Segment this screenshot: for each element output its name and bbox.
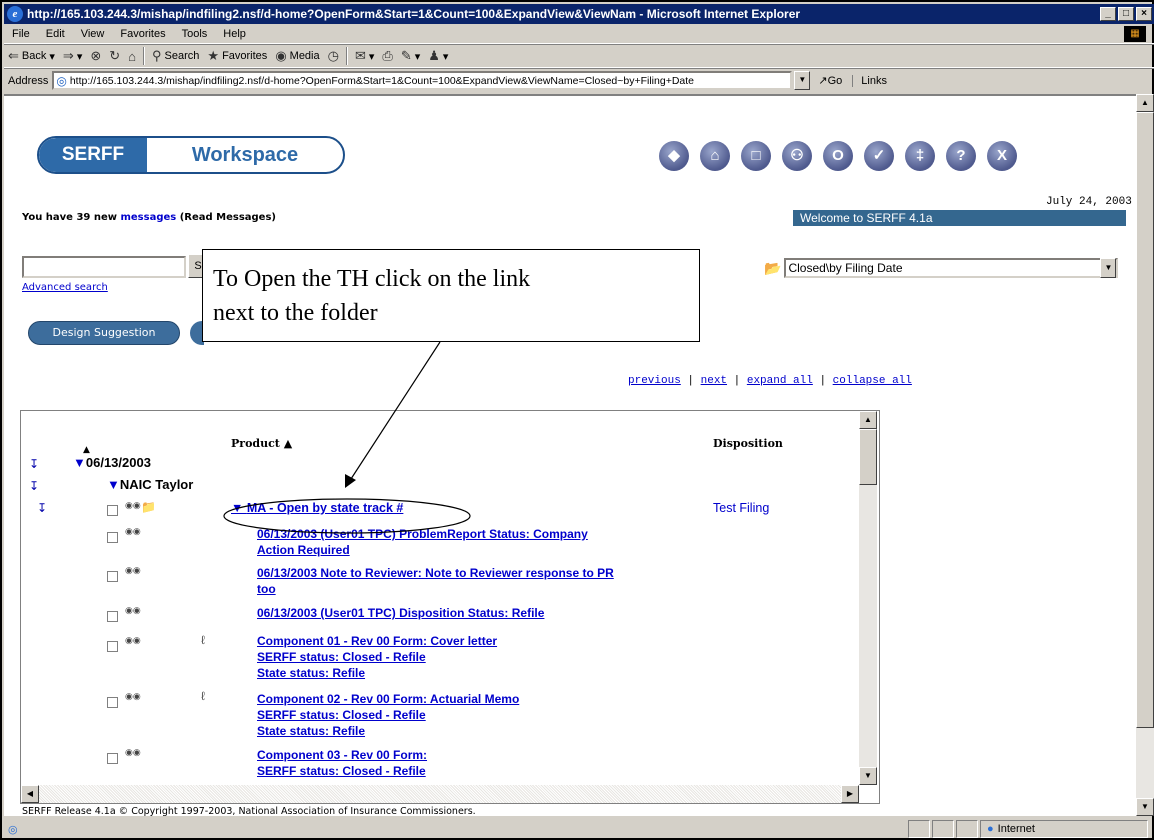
windows-logo-icon: ▦ [1124, 25, 1146, 42]
history-button[interactable]: ◷ [324, 48, 343, 64]
menu-file[interactable]: File [4, 28, 38, 40]
favorites-icon: ★ [207, 48, 220, 63]
toolbar-separator [345, 47, 348, 65]
back-button[interactable]: ⇐ Back ▾ [4, 48, 59, 64]
title-bar: e http://165.103.244.3/mishap/indfiling2… [4, 4, 1154, 24]
status-cell [956, 820, 978, 838]
refresh-button[interactable]: ↻ [105, 48, 124, 64]
search-button[interactable]: ⚲ Search [148, 48, 203, 64]
address-dropdown-button[interactable]: ▼ [794, 71, 811, 90]
media-button[interactable]: ◉ Media [271, 48, 323, 64]
stop-icon: ⊗ [90, 48, 102, 63]
mail-icon: ✉ [354, 48, 366, 63]
search-label: Search [164, 50, 200, 62]
print-icon: ⎙ [382, 48, 393, 63]
menu-bar: File Edit View Favorites Tools Help ▦ [4, 24, 1154, 44]
status-bar: ◎ ● Internet [4, 818, 1154, 840]
page-status-icon: ◎ [8, 823, 18, 836]
media-icon: ◉ [275, 48, 287, 63]
scroll-down-button[interactable]: ▼ [1136, 798, 1154, 816]
status-cell [932, 820, 954, 838]
messenger-icon: ♟ [428, 48, 440, 63]
close-button[interactable]: × [1136, 7, 1152, 21]
browser-window: e http://165.103.244.3/mishap/indfiling2… [0, 0, 1154, 840]
toolbar-separator [143, 47, 146, 65]
menu-edit[interactable]: Edit [38, 28, 73, 40]
zone-cell: ● Internet [980, 820, 1148, 838]
go-icon: ↗ [818, 75, 828, 87]
media-label: Media [289, 50, 320, 62]
address-label: Address [8, 74, 49, 87]
page-vertical-scrollbar[interactable]: ▲ ▼ [1136, 94, 1154, 816]
stop-button[interactable]: ⊗ [86, 48, 105, 64]
refresh-icon: ↻ [109, 48, 121, 63]
home-button[interactable]: ⌂ [124, 49, 140, 64]
links-button[interactable]: Links [852, 74, 887, 87]
go-button[interactable]: ↗Go [818, 74, 842, 87]
address-url: http://165.103.244.3/mishap/indfiling2.n… [69, 74, 695, 87]
scroll-thumb[interactable] [1136, 112, 1154, 728]
forward-button[interactable]: ⇒ ▾ [59, 48, 86, 64]
forward-arrow-icon: ⇒ [62, 48, 74, 63]
favorites-button[interactable]: ★ Favorites [203, 48, 271, 64]
address-bar: Address ◎ http://165.103.244.3/mishap/in… [4, 68, 1154, 92]
home-icon: ⌂ [128, 48, 137, 64]
menu-favorites[interactable]: Favorites [112, 28, 173, 40]
ie-icon: e [7, 6, 23, 22]
minimize-button[interactable]: _ [1100, 7, 1116, 21]
scroll-up-button[interactable]: ▲ [1136, 94, 1154, 112]
page-icon: ◎ [56, 73, 67, 88]
status-cell [908, 820, 930, 838]
messenger-button[interactable]: ♟ ▾ [424, 48, 452, 64]
zone-label: Internet [997, 823, 1035, 835]
mail-button[interactable]: ✉ ▾ [351, 48, 378, 64]
menu-view[interactable]: View [73, 28, 113, 40]
favorites-label: Favorites [222, 50, 268, 62]
globe-icon: ● [987, 823, 994, 835]
edit-icon: ✎ [400, 48, 412, 63]
back-arrow-icon: ⇐ [8, 48, 19, 63]
toolbar: ⇐ Back ▾ ⇒ ▾ ⊗ ↻ ⌂ ⚲ Search ★ Favorites ◉ Me… [4, 44, 1154, 68]
menu-tools[interactable]: Tools [174, 28, 216, 40]
menu-help[interactable]: Help [215, 28, 254, 40]
callout-arrow [223, 341, 471, 534]
address-input[interactable]: ◎ http://165.103.244.3/mishap/indfiling2… [52, 71, 793, 90]
status-text-cell [26, 820, 906, 838]
history-icon: ◷ [327, 48, 339, 63]
back-label: Back [21, 50, 47, 62]
search-icon: ⚲ [152, 48, 162, 63]
go-label: Go [827, 75, 843, 87]
print-button[interactable]: ⎙ [378, 48, 396, 64]
maximize-button[interactable]: □ [1118, 7, 1134, 21]
window-title: http://165.103.244.3/mishap/indfiling2.n… [27, 7, 801, 21]
page-viewport: SERFF Workspace ◆ ⌂ □ ⚇ O ✓ ‡ ? X July 2… [4, 94, 1136, 816]
edit-button[interactable]: ✎ ▾ [397, 48, 424, 64]
